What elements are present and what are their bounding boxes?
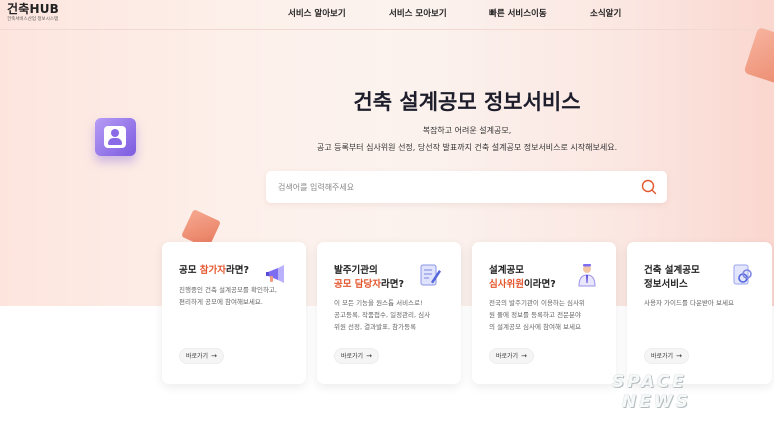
go-button-label: 바로가기 [651, 353, 674, 360]
card-description: 전국의 발주기관이 이용하는 심사위 원 풀에 정보를 등록하고 전문분야 의 … [489, 297, 604, 333]
nav-item-service-collection[interactable]: 서비스 모아보기 [389, 7, 447, 19]
judge-person-icon [578, 264, 596, 287]
card-user-guide[interactable]: 건축 설계공모 정보서비스 사용자 가이드를 다운받아 보세요 바로가기 → [627, 242, 772, 384]
arrow-right-icon: → [211, 352, 217, 360]
go-button[interactable]: 바로가기 → [179, 348, 224, 364]
card-desc-line: 이 모든 기능을 원스톱 서비스로! [334, 299, 423, 307]
guide-link-icon [733, 264, 752, 285]
card-participant[interactable]: 공모 참가자라면? 진행중인 건축 설계공모를 확인하고, 편리하게 공모에 참… [162, 242, 306, 384]
go-button-label: 바로가기 [341, 353, 364, 360]
nav-item-quick-service[interactable]: 빠른 서비스이동 [489, 7, 547, 19]
search-icon[interactable] [640, 178, 658, 196]
card-desc-line: 전국의 발주기관이 이용하는 심사위 [489, 299, 585, 307]
arrow-right-icon: → [366, 352, 372, 360]
watermark-line1: SPACE [612, 372, 687, 392]
card-title-accent: 심사위원 [489, 279, 524, 290]
space-news-watermark: SPACE NEWS [612, 372, 767, 416]
card-title-suffix: 라면? [226, 265, 250, 276]
go-button-label: 바로가기 [186, 353, 209, 360]
hero-description-line1: 복잡하고 어려운 설계공모, [422, 126, 512, 135]
card-title-text: 공모 [179, 265, 200, 276]
arrow-right-icon: → [521, 352, 527, 360]
nav-item-news[interactable]: 소식알기 [590, 7, 621, 19]
card-title-accent: 참가자 [199, 265, 227, 276]
main-nav: 서비스 알아보기 서비스 모아보기 빠른 서비스이동 소식알기 [0, 7, 774, 21]
card-description: 이 모든 기능을 원스톱 서비스로! 공고등록, 작품접수, 일정관리, 심사 … [334, 297, 449, 333]
megaphone-icon [266, 265, 284, 283]
card-desc-line: 의 설계공모 심사에 참여해 보세요 [489, 323, 581, 331]
card-title-accent: 공모 담당자 [334, 279, 382, 290]
go-button[interactable]: 바로가기 → [334, 348, 379, 364]
site-header: 건축HUB 건축서비스산업 정보시스템 서비스 알아보기 서비스 모아보기 빠른… [0, 0, 774, 30]
card-contest-manager[interactable]: 발주기관의 공모 담당자라면? 이 모든 기능을 원스톱 서비스로! 공고등록,… [317, 242, 461, 384]
watermark-line2: NEWS [622, 392, 691, 412]
card-judge[interactable]: 설계공모 심사위원이라면? 전국의 발주기관이 이용하는 심사위 원 풀에 정보… [472, 242, 616, 384]
nav-item-service-intro[interactable]: 서비스 알아보기 [288, 7, 346, 19]
card-desc-line: 위원 선정, 결과발표, 참가등록 [334, 323, 417, 331]
page-title: 건축 설계공모 정보서비스 [353, 90, 581, 114]
card-desc-line: 원 풀에 정보를 등록하고 전문분야 [489, 311, 581, 319]
document-pen-icon [420, 264, 441, 286]
arrow-right-icon: → [676, 352, 682, 360]
search-input[interactable] [278, 179, 618, 195]
card-desc-line: 사용자 가이드를 다운받아 보세요 [644, 299, 734, 307]
go-button[interactable]: 바로가기 → [644, 348, 689, 364]
go-button[interactable]: 바로가기 → [489, 348, 534, 364]
hero-description-line2: 공고 등록부터 심사위원 선정, 당선작 발표까지 건축 설계공모 정보서비스로… [316, 143, 618, 152]
card-desc-line: 공고등록, 작품접수, 일정관리, 심사 [334, 311, 431, 319]
card-title-suffix: 이라면? [523, 279, 556, 290]
card-title-suffix: 라면? [381, 279, 405, 290]
card-desc-line: 편리하게 공모에 참여해보세요. [179, 298, 263, 306]
go-button-label: 바로가기 [496, 353, 519, 360]
card-description: 사용자 가이드를 다운받아 보세요 [644, 297, 759, 309]
search-box [266, 171, 667, 203]
